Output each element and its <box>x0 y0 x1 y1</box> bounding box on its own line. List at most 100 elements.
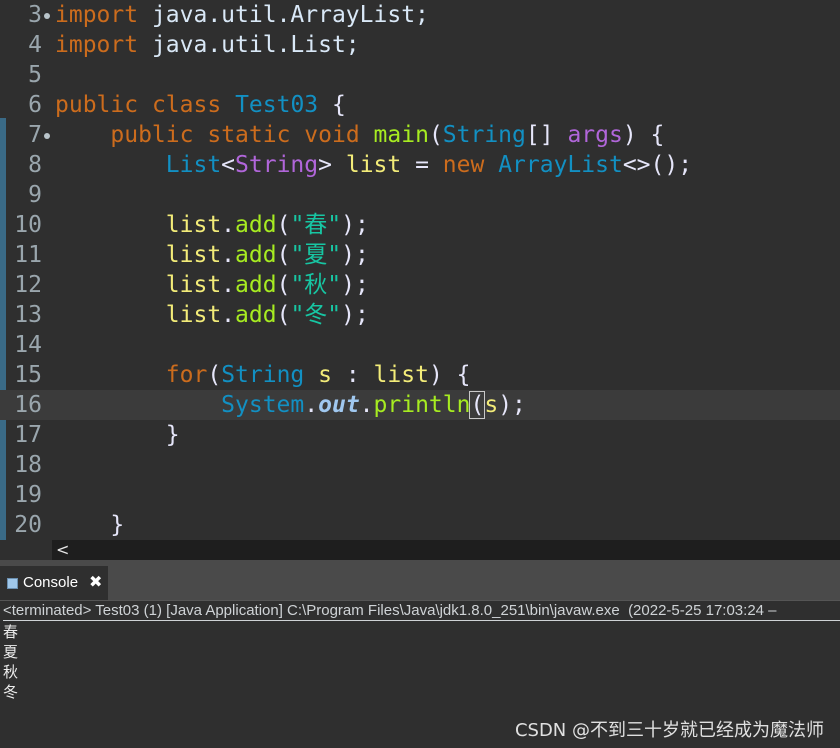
code-line-8[interactable]: 8 List<String> list = new ArrayList<>(); <box>0 150 840 180</box>
code-line-19[interactable]: 19 <box>0 480 840 510</box>
line-number: 10 <box>14 212 42 238</box>
keyword: new <box>442 152 485 178</box>
keyword: static <box>207 122 291 148</box>
console-tab-bar: Console ✖ <box>0 566 840 600</box>
method-name: add <box>235 302 277 328</box>
code-text: ( <box>276 302 291 328</box>
line-number: 16 <box>14 392 42 418</box>
bracket-match: ( <box>469 391 486 419</box>
line-number: 15 <box>14 362 42 388</box>
static-field: out <box>318 392 360 418</box>
local-variable: s <box>484 392 499 418</box>
console-output-line: 冬 <box>3 683 19 701</box>
code-line-7[interactable]: 7 public static void main(String[] args)… <box>0 120 840 150</box>
code-text: < <box>221 152 236 178</box>
code-line-3[interactable]: 3 import java.util.ArrayList; <box>0 0 840 30</box>
line-number: 5 <box>28 62 42 88</box>
code-line-17[interactable]: 17 } <box>0 420 840 450</box>
code-text: ); <box>498 392 526 418</box>
method-name: add <box>235 272 277 298</box>
code-line-20[interactable]: 20 } <box>0 510 840 540</box>
type-name: List <box>165 152 222 178</box>
code-line-11[interactable]: 11 list.add("夏"); <box>0 240 840 270</box>
code-text: . <box>221 302 236 328</box>
code-text: } <box>165 422 180 448</box>
line-number: 11 <box>14 242 42 268</box>
code-line-10[interactable]: 10 list.add("春"); <box>0 210 840 240</box>
keyword: for <box>165 362 208 388</box>
line-number: 7 <box>28 122 42 148</box>
local-variable: list <box>165 242 222 268</box>
tab-console[interactable]: Console ✖ <box>0 566 108 600</box>
code-text: : <box>332 362 374 388</box>
fold-icon[interactable] <box>44 133 50 139</box>
code-text: { <box>318 92 346 118</box>
local-variable: list <box>165 212 222 238</box>
keyword: public <box>110 122 194 148</box>
type-name: String <box>221 362 305 388</box>
console-output-line: 春 <box>3 623 19 641</box>
code-line-15[interactable]: 15 for(String s : list) { <box>0 360 840 390</box>
code-line-9[interactable]: 9 <box>0 180 840 210</box>
code-text: = <box>401 152 443 178</box>
console-status-line: <terminated> Test03 (1) [Java Applicatio… <box>3 601 840 621</box>
code-text: [] <box>525 122 568 148</box>
type-name: System <box>221 392 305 418</box>
type-argument: String <box>235 152 319 178</box>
line-number: 18 <box>14 452 42 478</box>
horizontal-scrollbar[interactable]: < <box>52 540 840 560</box>
type-name: ArrayList <box>498 152 623 178</box>
line-number: 19 <box>14 482 42 508</box>
type-name: String <box>442 122 526 148</box>
string-literal: "冬" <box>290 302 342 328</box>
code-text: ( <box>207 362 222 388</box>
method-name: main <box>373 122 429 148</box>
string-literal: "秋" <box>290 272 342 298</box>
code-line-14[interactable]: 14 <box>0 330 840 360</box>
scroll-left-arrow-icon[interactable]: < <box>56 540 69 560</box>
class-name: Test03 <box>235 92 319 118</box>
local-variable: list <box>165 272 222 298</box>
line-number: 9 <box>28 182 42 208</box>
code-text: java.util.List; <box>138 32 360 58</box>
line-number: 14 <box>14 332 42 358</box>
close-icon[interactable]: ✖ <box>89 566 102 600</box>
local-variable: list <box>345 152 402 178</box>
code-text: ( <box>276 272 291 298</box>
watermark: CSDN @不到三十岁就已经成为魔法师 <box>514 720 824 741</box>
scrollbar-corner <box>0 540 52 560</box>
code-line-6[interactable]: 6 public class Test03 { <box>0 90 840 120</box>
code-text: } <box>110 512 125 538</box>
local-variable: s <box>318 362 332 388</box>
code-line-5[interactable]: 5 <box>0 60 840 90</box>
line-number: 4 <box>28 32 42 58</box>
parameter: args <box>567 122 623 148</box>
code-text: ); <box>341 212 369 238</box>
code-text: ( <box>428 122 443 148</box>
code-text: ) { <box>428 362 471 388</box>
code-text: ); <box>341 302 369 328</box>
line-number: 8 <box>28 152 42 178</box>
code-line-16-current[interactable]: 16 System.out.println(s); <box>0 390 840 420</box>
keyword: class <box>151 92 222 118</box>
code-text: ) { <box>622 122 665 148</box>
code-text: . <box>221 212 236 238</box>
code-text: ( <box>276 242 291 268</box>
code-line-18[interactable]: 18 <box>0 450 840 480</box>
code-line-13[interactable]: 13 list.add("冬"); <box>0 300 840 330</box>
line-number: 13 <box>14 302 42 328</box>
code-text: ); <box>341 272 369 298</box>
code-text: ); <box>341 242 369 268</box>
line-number: 20 <box>14 512 42 538</box>
string-literal: "夏" <box>290 242 342 268</box>
keyword: public <box>55 92 139 118</box>
code-line-4[interactable]: 4 import java.util.List; <box>0 30 840 60</box>
fold-icon[interactable] <box>44 13 50 19</box>
line-number: 3 <box>28 2 42 28</box>
code-line-12[interactable]: 12 list.add("秋"); <box>0 270 840 300</box>
line-number: 12 <box>14 272 42 298</box>
code-text: . <box>221 272 236 298</box>
code-editor[interactable]: 3 import java.util.ArrayList; 4 import j… <box>0 0 840 540</box>
string-literal: "春" <box>290 212 342 238</box>
keyword: void <box>304 122 360 148</box>
